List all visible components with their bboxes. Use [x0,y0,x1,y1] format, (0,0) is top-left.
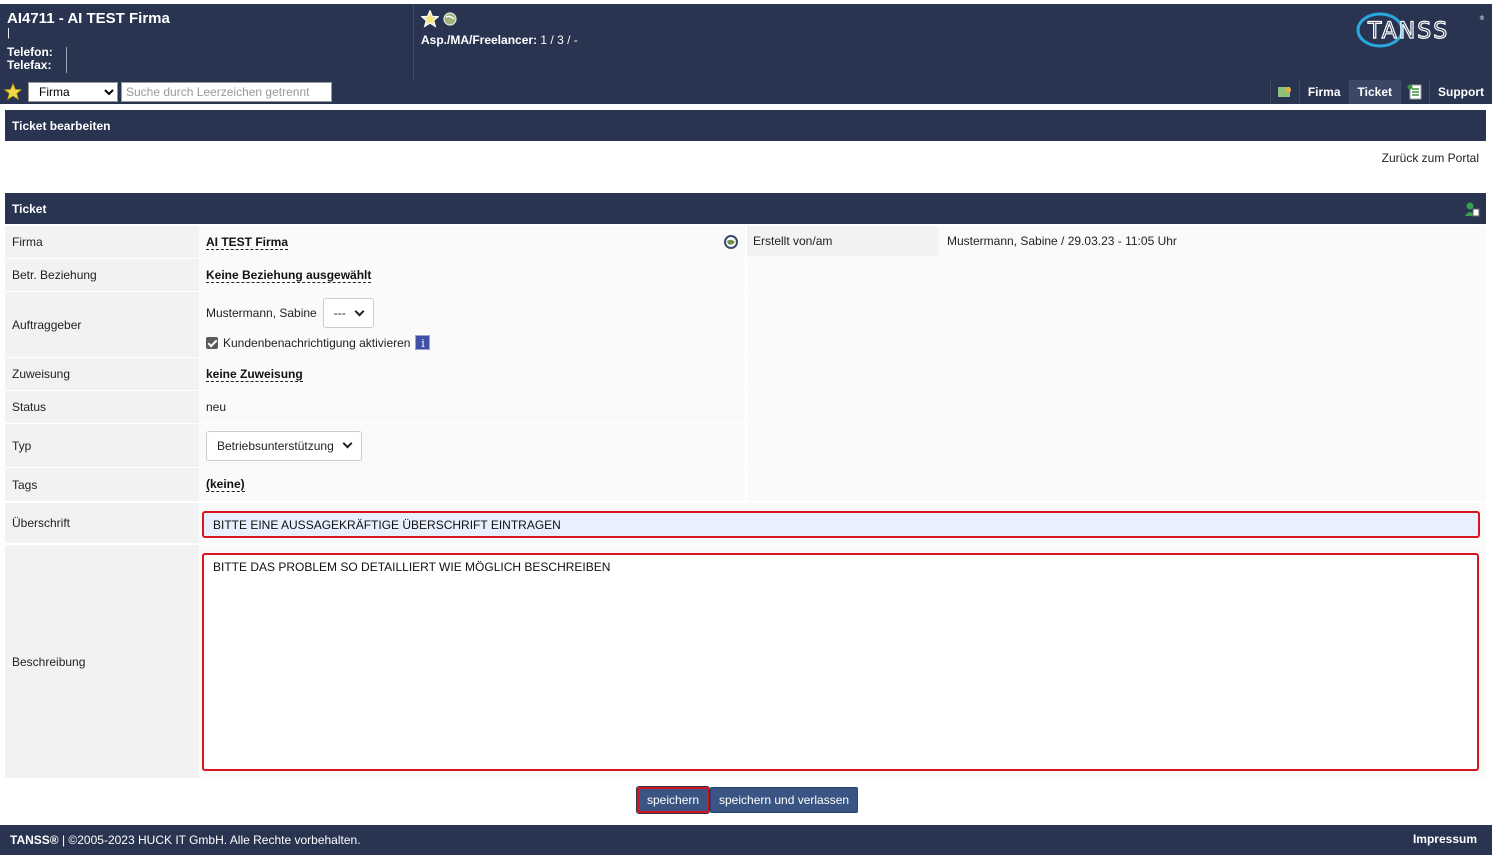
svg-text:®: ® [1479,15,1484,22]
value-typ-cell: Betriebsunterstützung [199,424,745,468]
auftraggeber-select-value: --- [333,306,346,320]
value-beziehung-cell: Keine Beziehung ausgewählt [199,259,745,292]
value-auftraggeber-cell: Mustermann, Sabine --- Kundenbenachricht… [199,292,745,358]
back-to-portal-link[interactable]: Zurück zum Portal [1382,151,1479,165]
company-map-icon[interactable] [1269,80,1299,104]
save-and-exit-button[interactable]: speichern und verlassen [710,787,859,813]
section-title-ticket: Ticket [5,193,1486,224]
headline-input[interactable] [202,511,1480,538]
customer-subtitle: | [7,27,10,39]
tab-ticket[interactable]: Ticket [1348,80,1400,104]
save-button[interactable]: speichern [635,786,711,814]
footer: TANSS® | ©2005-2023 HUCK IT GmbH. Alle R… [0,825,1492,855]
label-status: Status [5,391,199,424]
header-info: Asp./MA/Freelancer: 1 / 3 / - [420,8,578,47]
label-firma: Firma [5,226,199,259]
logo-wordmark: TANSS [1367,19,1449,44]
globe-icon[interactable] [442,11,458,30]
notify-checkbox[interactable] [206,336,218,349]
search-input[interactable] [121,82,332,102]
search-scope-select[interactable]: Firma [28,82,118,102]
value-firma-cell: AI TEST Firma [199,226,745,259]
app-header: AI4711 - AI TEST Firma | Telefon: Telefa… [0,4,1492,80]
ticket-person-icon[interactable] [1464,201,1480,220]
description-textarea[interactable]: BITTE DAS PROBLEM SO DETAILLIERT WIE MÖG… [202,553,1479,771]
label-tags: Tags [5,468,199,502]
chevron-down-icon [354,306,365,316]
status-value: neu [206,400,227,414]
section-ticket-label: Ticket [12,202,47,216]
navigation-bar: Firma Firma Ticket Support [0,80,1492,104]
nav-tabs: Firma Ticket Support [1269,80,1492,104]
created-value: Mustermann, Sabine / 29.03.23 - 11:05 Uh… [938,226,1486,256]
zuweisung-link[interactable]: keine Zuweisung [206,367,303,382]
notify-label: Kundenbenachrichtigung aktivieren [223,335,411,350]
fax-label: Telefax: [7,58,52,72]
customer-title: AI4711 - AI TEST Firma [7,10,170,27]
value-zuweisung-cell: keine Zuweisung [199,358,745,391]
contact-labels: Telefon: Telefax: [7,46,53,72]
divider [66,47,67,73]
label-beziehung: Betr. Beziehung [5,259,199,292]
globe-icon[interactable] [723,234,739,253]
auftraggeber-select[interactable]: --- [322,298,374,328]
asp-info: Asp./MA/Freelancer: 1 / 3 / - [421,33,578,47]
asp-value: 1 / 3 / - [540,33,578,47]
favorite-star-icon[interactable] [420,8,440,31]
firma-link[interactable]: AI TEST Firma [206,235,289,250]
value-tags-cell: (keine) [199,468,745,502]
label-created: Erstellt von/am [747,226,938,256]
section-title-edit: Ticket bearbeiten [5,110,1486,141]
label-zuweisung: Zuweisung [5,358,199,391]
typ-select[interactable]: Betriebsunterstützung [206,430,362,461]
impressum-link[interactable]: Impressum [1413,832,1477,846]
label-typ: Typ [5,424,199,468]
favorites-star-icon[interactable] [3,82,23,104]
tab-firma[interactable]: Firma [1298,80,1349,104]
tanss-logo: TANSS ® [1354,10,1485,50]
support-list-icon[interactable] [1400,80,1429,104]
right-panel-fill [747,256,1486,501]
auftraggeber-name: Mustermann, Sabine [206,306,317,320]
typ-select-value: Betriebsunterstützung [217,438,334,453]
label-description: Beschreibung [5,545,199,779]
chevron-down-icon [342,438,353,449]
footer-copyright: | ©2005-2023 HUCK IT GmbH. Alle Rechte v… [61,833,361,847]
label-auftraggeber: Auftraggeber [5,292,199,358]
info-icon[interactable]: i [415,335,431,350]
beziehung-link[interactable]: Keine Beziehung ausgewählt [206,268,372,283]
tab-support[interactable]: Support [1429,80,1492,104]
label-headline: Überschrift [5,503,199,544]
customer-info: AI4711 - AI TEST Firma | Telefon: Telefa… [0,4,414,80]
asp-label: Asp./MA/Freelancer: [421,33,538,47]
tags-link[interactable]: (keine) [206,477,245,492]
footer-brand: TANSS® [10,833,59,847]
value-status-cell: neu [199,391,745,424]
